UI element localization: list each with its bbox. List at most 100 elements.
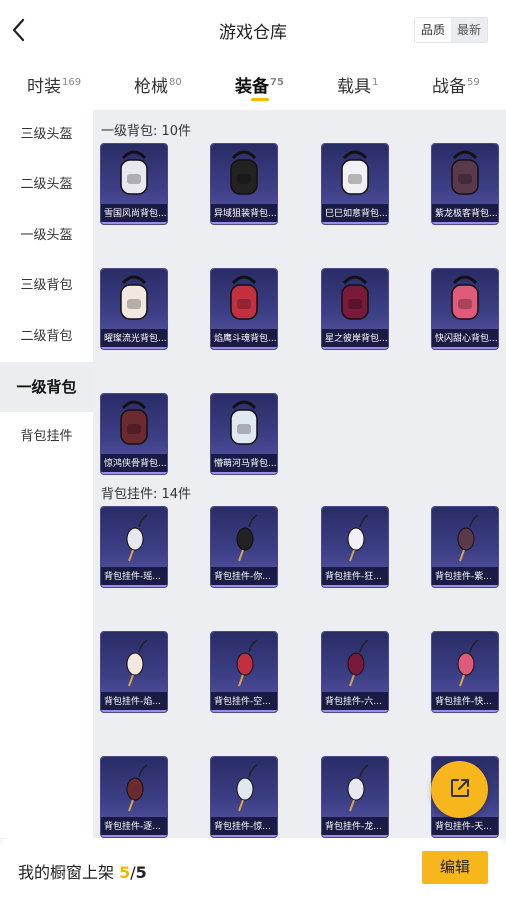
item-label: 背包挂件-焰... (101, 692, 167, 712)
bunny-backpack-icon (101, 144, 167, 202)
item-card[interactable]: 快闪甜心背包... (432, 269, 498, 349)
tab-combat-gear-label: 战备 (432, 77, 466, 97)
tab-firearms[interactable]: 枪械80 (134, 72, 182, 97)
subcategory-sidebar: 三级头盔 二级头盔 一级头盔 三级背包 二级背包 一级背包 背包挂件 (0, 110, 93, 838)
sidebar-item-lv3-backpack[interactable]: 三级背包 (0, 261, 93, 311)
item-label: 曜璨流光背包... (101, 329, 167, 349)
rarity-bar (432, 222, 498, 224)
rarity-bar (101, 585, 167, 587)
rarity-bar (432, 835, 498, 837)
item-label: 背包挂件-天... (432, 817, 498, 837)
tab-firearms-count: 80 (169, 77, 182, 88)
tab-fashion[interactable]: 时装169 (27, 72, 81, 97)
item-card[interactable]: 背包挂件-狂... (322, 507, 388, 587)
item-label: 惊鸿侠骨背包... (101, 454, 167, 474)
showcase-current-count: 5 (119, 863, 131, 882)
rarity-bar (322, 585, 388, 587)
tab-equipment[interactable]: 装备75 (235, 72, 284, 101)
rarity-bar (101, 835, 167, 837)
hippo-backpack-icon (211, 394, 277, 452)
red-charm-icon (101, 632, 167, 690)
item-label: 懵萌河马背包... (211, 454, 277, 474)
item-card[interactable]: 懵萌河马背包... (211, 394, 277, 474)
item-label: 背包挂件-空... (211, 692, 277, 712)
charm-icon (101, 507, 167, 565)
external-link-icon (448, 776, 472, 804)
rarity-bar (432, 585, 498, 587)
rarity-bar (211, 222, 277, 224)
item-grid-area: 一级背包: 10件 雪国风尚背包... 异域狙装背包... 巳巳如意背包... 紫龙极… (93, 110, 506, 838)
item-card[interactable]: 背包挂件-六... (322, 632, 388, 712)
item-card[interactable]: 背包挂件-龙... (322, 757, 388, 837)
item-label: 背包挂件-六... (322, 692, 388, 712)
tab-vehicles-count: 1 (372, 77, 379, 88)
item-label: 背包挂件-你... (211, 567, 277, 587)
rarity-bar (211, 710, 277, 712)
item-card[interactable]: 紫龙极客背包... (432, 144, 498, 224)
item-card[interactable]: 曜璨流光背包... (101, 269, 167, 349)
item-card[interactable]: 异域狙装背包... (211, 144, 277, 224)
rarity-bar (211, 472, 277, 474)
rarity-bar (211, 585, 277, 587)
rarity-bar (101, 710, 167, 712)
leaf-charm-icon (322, 632, 388, 690)
item-label: 紫龙极客背包... (432, 204, 498, 224)
item-label: 异域狙装背包... (211, 204, 277, 224)
tab-combat-gear[interactable]: 战备59 (432, 72, 480, 97)
item-card[interactable]: 星之彼岸背包... (322, 269, 388, 349)
sidebar-item-lv3-helmet[interactable]: 三级头盔 (0, 110, 93, 160)
rarity-bar (432, 710, 498, 712)
rarity-bar (101, 472, 167, 474)
rarity-bar (211, 347, 277, 349)
sort-latest-button[interactable]: 最新 (450, 18, 487, 42)
ring-charm-icon (211, 757, 277, 815)
sidebar-item-lv1-helmet[interactable]: 一级头盔 (0, 211, 93, 261)
item-card[interactable]: 惊鸿侠骨背包... (101, 394, 167, 474)
edit-button[interactable]: 编辑 (422, 851, 488, 884)
item-card[interactable]: 雪国风尚背包... (101, 144, 167, 224)
item-card[interactable]: 背包挂件-快... (432, 632, 498, 712)
sidebar-item-lv1-backpack[interactable]: 一级背包 (0, 361, 93, 413)
rarity-bar (101, 347, 167, 349)
tab-firearms-label: 枪械 (134, 77, 168, 97)
active-tab-indicator (251, 98, 269, 101)
sidebar-item-backpack-charm[interactable]: 背包挂件 (0, 412, 93, 462)
fish-charm-icon (211, 632, 277, 690)
dark-backpack-icon (211, 144, 277, 202)
rarity-bar (322, 347, 388, 349)
item-label: 背包挂件-狂... (322, 567, 388, 587)
section-title-charms: 背包挂件: 14件 (101, 487, 192, 502)
sidebar-item-lv2-helmet[interactable]: 二级头盔 (0, 160, 93, 210)
lion-charm-icon (322, 757, 388, 815)
item-card[interactable]: 背包挂件-你... (211, 507, 277, 587)
gold-backpack-icon (101, 269, 167, 327)
category-tabs: 时装169 枪械80 装备75 载具1 战备59 (0, 60, 506, 110)
share-button[interactable] (431, 761, 488, 818)
penguin-charm-icon (211, 507, 277, 565)
item-card[interactable]: 背包挂件-瑶... (101, 507, 167, 587)
eye-backpack-icon (322, 269, 388, 327)
item-card[interactable]: 巳巳如意背包... (322, 144, 388, 224)
item-card[interactable]: 焰鹰斗魂背包... (211, 269, 277, 349)
tab-equipment-label: 装备 (235, 77, 269, 97)
mask-charm-icon (432, 507, 498, 565)
tab-vehicles[interactable]: 载具1 (337, 72, 378, 97)
section-title-backpacks: 一级背包: 10件 (101, 124, 192, 139)
item-card[interactable]: 背包挂件-紫... (432, 507, 498, 587)
item-label: 背包挂件-瑶... (101, 567, 167, 587)
item-label: 快闪甜心背包... (432, 329, 498, 349)
item-card[interactable]: 背包挂件-惊... (211, 757, 277, 837)
sidebar-item-lv2-backpack[interactable]: 二级背包 (0, 312, 93, 362)
item-card[interactable]: 背包挂件-空... (211, 632, 277, 712)
showcase-label: 我的橱窗上架 (18, 863, 115, 882)
rarity-bar (101, 222, 167, 224)
red-backpack-icon (211, 269, 277, 327)
white-backpack-icon (322, 144, 388, 202)
showcase-status: 我的橱窗上架 5/5 (18, 859, 147, 883)
rarity-bar (211, 835, 277, 837)
pink-backpack-icon (432, 269, 498, 327)
pink-charm-icon (432, 632, 498, 690)
item-card[interactable]: 背包挂件-逐... (101, 757, 167, 837)
sort-quality-button[interactable]: 品质 (414, 18, 451, 42)
item-card[interactable]: 背包挂件-焰... (101, 632, 167, 712)
